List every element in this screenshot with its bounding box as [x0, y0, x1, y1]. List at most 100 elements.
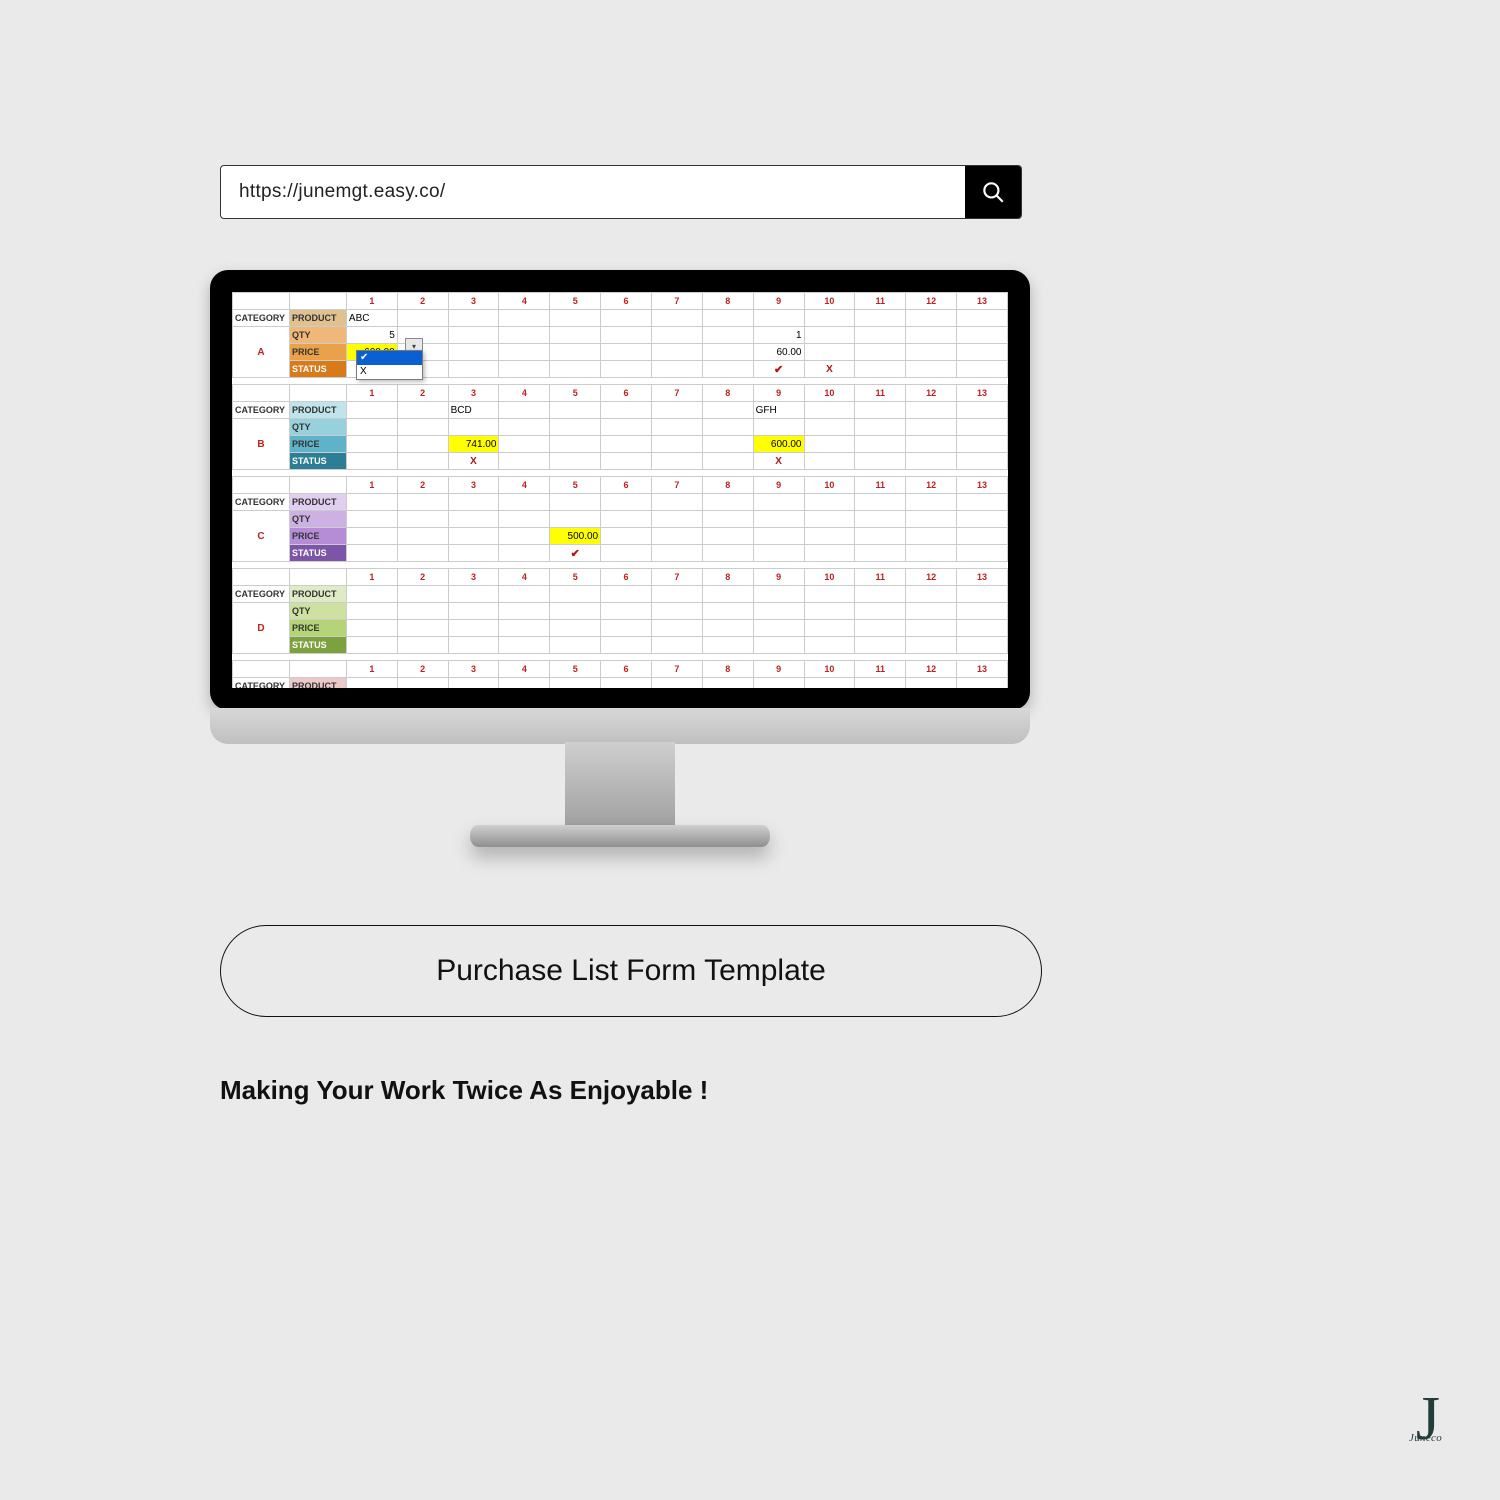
product-cell[interactable] — [957, 310, 1008, 327]
status-cell[interactable] — [855, 361, 906, 378]
product-cell[interactable] — [957, 494, 1008, 511]
price-cell[interactable] — [601, 620, 652, 637]
price-cell[interactable] — [957, 528, 1008, 545]
price-cell[interactable] — [804, 620, 855, 637]
qty-cell[interactable] — [753, 603, 804, 620]
product-cell[interactable] — [448, 678, 499, 689]
price-cell[interactable] — [957, 436, 1008, 453]
product-cell[interactable] — [804, 494, 855, 511]
product-cell[interactable] — [651, 310, 702, 327]
status-cell[interactable] — [448, 361, 499, 378]
qty-cell[interactable] — [804, 603, 855, 620]
status-cell[interactable] — [651, 545, 702, 562]
price-cell[interactable] — [906, 528, 957, 545]
status-cell[interactable] — [906, 545, 957, 562]
product-cell[interactable] — [906, 678, 957, 689]
qty-cell[interactable] — [855, 327, 906, 344]
status-cell[interactable] — [601, 545, 652, 562]
product-cell[interactable] — [702, 402, 753, 419]
dropdown-option[interactable]: ✔ — [357, 351, 422, 365]
status-dropdown[interactable]: ✔X — [356, 350, 423, 380]
status-cell[interactable] — [855, 545, 906, 562]
price-cell[interactable] — [397, 528, 448, 545]
qty-cell[interactable] — [702, 511, 753, 528]
product-cell[interactable] — [601, 494, 652, 511]
qty-cell[interactable] — [957, 603, 1008, 620]
qty-cell[interactable] — [753, 419, 804, 436]
product-cell[interactable] — [855, 402, 906, 419]
dropdown-option[interactable]: X — [357, 365, 422, 379]
price-cell[interactable] — [448, 344, 499, 361]
qty-cell[interactable] — [855, 511, 906, 528]
product-cell[interactable] — [702, 678, 753, 689]
product-cell[interactable] — [651, 402, 702, 419]
product-cell[interactable] — [499, 402, 550, 419]
qty-cell[interactable] — [499, 511, 550, 528]
price-cell[interactable] — [957, 620, 1008, 637]
product-cell[interactable] — [753, 494, 804, 511]
qty-cell[interactable] — [702, 419, 753, 436]
qty-cell[interactable] — [651, 327, 702, 344]
status-cell[interactable] — [906, 637, 957, 654]
qty-cell[interactable] — [906, 511, 957, 528]
product-cell[interactable] — [702, 494, 753, 511]
price-cell[interactable] — [651, 528, 702, 545]
product-cell[interactable] — [855, 586, 906, 603]
product-cell[interactable] — [448, 586, 499, 603]
product-cell[interactable] — [855, 310, 906, 327]
qty-cell[interactable] — [702, 327, 753, 344]
price-cell[interactable] — [651, 344, 702, 361]
price-cell[interactable] — [855, 620, 906, 637]
price-cell[interactable] — [601, 344, 652, 361]
product-cell[interactable] — [855, 678, 906, 689]
qty-cell[interactable] — [448, 419, 499, 436]
product-cell[interactable] — [550, 310, 601, 327]
status-cell[interactable] — [906, 453, 957, 470]
status-cell[interactable] — [499, 637, 550, 654]
status-cell[interactable] — [499, 545, 550, 562]
price-cell[interactable] — [550, 344, 601, 361]
qty-cell[interactable] — [397, 419, 448, 436]
product-cell[interactable] — [957, 586, 1008, 603]
status-cell[interactable] — [651, 361, 702, 378]
product-cell[interactable] — [804, 678, 855, 689]
product-cell[interactable] — [499, 678, 550, 689]
price-cell[interactable] — [346, 620, 397, 637]
product-cell[interactable] — [651, 494, 702, 511]
price-cell[interactable] — [906, 344, 957, 361]
status-cell[interactable] — [957, 545, 1008, 562]
status-cell[interactable] — [957, 453, 1008, 470]
product-cell[interactable] — [906, 494, 957, 511]
qty-cell[interactable] — [855, 603, 906, 620]
qty-cell[interactable] — [906, 327, 957, 344]
price-cell[interactable] — [651, 620, 702, 637]
qty-cell[interactable] — [957, 419, 1008, 436]
status-cell[interactable] — [906, 361, 957, 378]
price-cell[interactable] — [499, 528, 550, 545]
status-cell[interactable]: ✔ — [550, 545, 601, 562]
product-cell[interactable] — [906, 402, 957, 419]
price-cell[interactable] — [346, 528, 397, 545]
qty-cell[interactable] — [601, 419, 652, 436]
price-cell[interactable] — [957, 344, 1008, 361]
qty-cell[interactable] — [346, 603, 397, 620]
status-cell[interactable] — [397, 637, 448, 654]
product-cell[interactable] — [702, 310, 753, 327]
product-cell[interactable] — [448, 310, 499, 327]
status-cell[interactable] — [550, 453, 601, 470]
status-cell[interactable] — [499, 453, 550, 470]
qty-cell[interactable] — [957, 327, 1008, 344]
status-cell[interactable] — [601, 361, 652, 378]
price-cell[interactable] — [753, 528, 804, 545]
price-cell[interactable] — [906, 436, 957, 453]
price-cell[interactable] — [550, 620, 601, 637]
price-cell[interactable] — [601, 528, 652, 545]
product-cell[interactable] — [550, 402, 601, 419]
product-cell[interactable] — [397, 678, 448, 689]
product-cell[interactable] — [346, 586, 397, 603]
price-cell[interactable] — [702, 528, 753, 545]
qty-cell[interactable] — [702, 603, 753, 620]
product-cell[interactable] — [601, 586, 652, 603]
qty-cell[interactable] — [550, 603, 601, 620]
status-cell[interactable] — [448, 637, 499, 654]
